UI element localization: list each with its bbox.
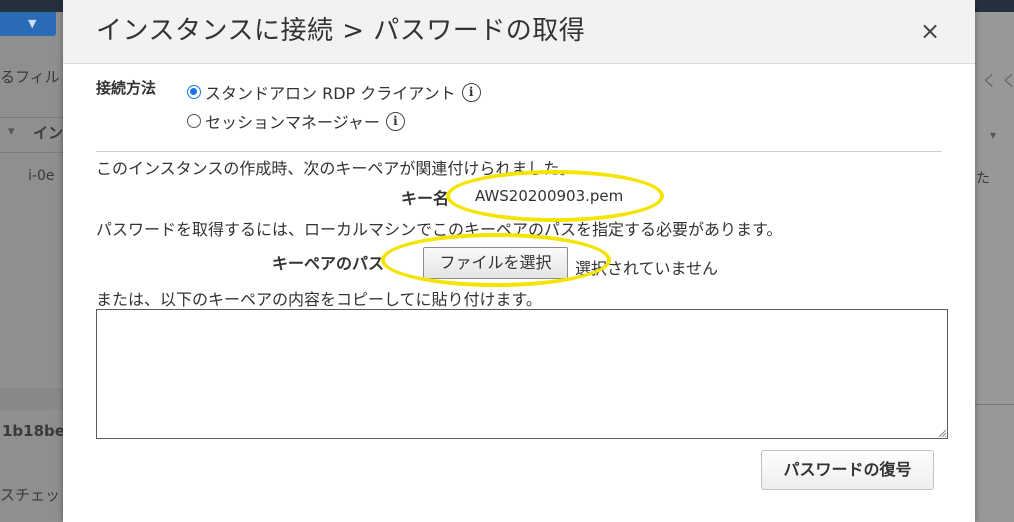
bg-divider — [0, 117, 63, 118]
radio-button-session-manager[interactable] — [187, 114, 201, 128]
bg-id-fragment: 1b18be — [2, 422, 65, 440]
radio-option-rdp[interactable]: スタンドアロン RDP クライアント i — [187, 80, 481, 104]
keypair-intro-text: このインスタンスの作成時、次のキーペアが関連付けられました。 — [96, 159, 576, 178]
key-contents-textarea[interactable] — [96, 309, 948, 439]
paste-instruction-text: または、以下のキーペアの内容をコピーしてに貼り付けます。 — [96, 290, 542, 309]
bg-divider — [0, 152, 63, 153]
bg-status-fragment: スチェッ — [0, 486, 61, 504]
radio-button-rdp[interactable] — [187, 85, 201, 99]
dialog-header: インスタンスに接続 > パスワードの取得 × — [63, 0, 975, 64]
connection-method-label: 接続方法 — [96, 79, 157, 97]
chevron-down-icon: ▼ — [28, 17, 37, 30]
file-status-text: 選択されていません — [575, 259, 719, 278]
path-instruction-text: パスワードを取得するには、ローカルマシンでこのキーペアのパスを指定する必要があり… — [96, 220, 783, 239]
bg-column-header: イン — [33, 124, 64, 142]
radio-option-session-manager[interactable]: セッションマネージャー i — [187, 109, 405, 133]
console-launch-button[interactable]: ▼ — [0, 12, 56, 36]
info-icon[interactable]: i — [385, 111, 405, 131]
bg-panel-split — [0, 388, 63, 410]
key-name-label: キー名 — [401, 189, 450, 208]
bg-divider — [975, 404, 1014, 405]
radio-label-session-manager: セッションマネージャー — [205, 113, 380, 132]
key-path-label: キーペアのパス — [272, 254, 385, 273]
bg-nav-arrows[interactable]: く く — [982, 70, 1014, 91]
section-divider — [96, 151, 942, 152]
close-button[interactable]: × — [915, 16, 945, 46]
dialog-title: インスタンスに接続 > パスワードの取得 — [96, 16, 586, 46]
radio-label-rdp: スタンドアロン RDP クライアント — [205, 84, 456, 103]
decrypt-password-button[interactable]: パスワードの復号 — [761, 450, 934, 490]
bg-sort-caret-right: ▾ — [990, 128, 997, 142]
key-name-value: AWS20200903.pem — [475, 187, 624, 205]
bg-instance-id[interactable]: i-0e — [28, 168, 54, 184]
bg-filter-text: るフィル — [0, 68, 60, 86]
resize-grip-icon[interactable] — [937, 428, 947, 438]
choose-file-button[interactable]: ファイルを選択 — [423, 247, 568, 279]
bg-right-text: た — [976, 171, 990, 187]
get-password-dialog: インスタンスに接続 > パスワードの取得 × 接続方法 スタンドアロン RDP … — [63, 0, 975, 522]
info-icon[interactable]: i — [461, 82, 481, 102]
bg-sort-caret: ▾ — [8, 124, 15, 139]
